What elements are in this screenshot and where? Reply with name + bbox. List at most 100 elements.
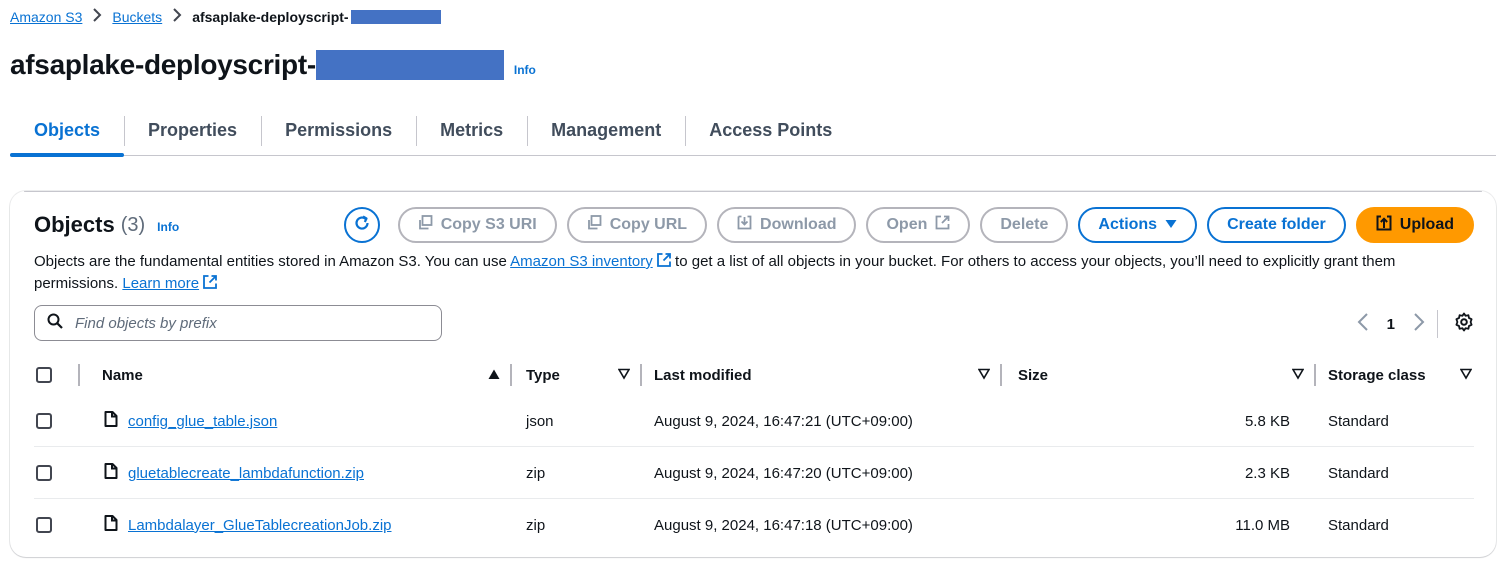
chevron-right-icon — [172, 8, 182, 26]
row-checkbox-cell — [36, 499, 52, 551]
table-row: config_glue_table.json json August 9, 20… — [34, 395, 1474, 447]
tab-metrics[interactable]: Metrics — [416, 114, 527, 146]
search-input[interactable] — [73, 313, 413, 333]
tab-permissions[interactable]: Permissions — [261, 114, 416, 146]
previous-page-button[interactable] — [1357, 312, 1369, 337]
size-cell: 11.0 MB — [1235, 516, 1290, 534]
file-icon — [104, 515, 118, 535]
column-last-modified-label: Last modified — [654, 366, 752, 384]
search-field[interactable] — [34, 305, 442, 341]
type-cell: json — [526, 412, 554, 430]
external-link-icon — [203, 275, 218, 292]
objects-title: Objects — [34, 212, 115, 237]
copy-icon — [418, 215, 433, 235]
sort-icon — [1459, 367, 1473, 384]
breadcrumb-buckets[interactable]: Buckets — [112, 9, 162, 25]
external-link-icon — [935, 215, 950, 235]
objects-toolbar: Copy S3 URI Copy URL Download Open Delet… — [343, 207, 1474, 243]
name-cell: Lambdalayer_GlueTablecreationJob.zip — [104, 499, 392, 551]
copy-s3-uri-button[interactable]: Copy S3 URI — [397, 207, 557, 243]
search-icon — [47, 313, 63, 334]
sort-icon — [1291, 367, 1305, 384]
storage-class-cell: Standard — [1328, 412, 1389, 430]
row-checkbox-cell — [36, 395, 52, 447]
column-divider — [510, 364, 512, 386]
last-modified-cell: August 9, 2024, 16:47:21 (UTC+09:00) — [654, 412, 913, 430]
refresh-icon — [353, 214, 371, 237]
row-checkbox-cell — [36, 447, 52, 499]
name-cell: gluetablecreate_lambdafunction.zip — [104, 447, 364, 499]
upload-button[interactable]: Upload — [1355, 207, 1474, 243]
tab-management[interactable]: Management — [527, 114, 685, 146]
divider — [1437, 310, 1438, 338]
open-button[interactable]: Open — [866, 207, 971, 243]
object-name-link[interactable]: config_glue_table.json — [128, 413, 277, 430]
sort-ascending-icon — [488, 367, 500, 384]
column-name-label: Name — [102, 366, 143, 384]
divider — [24, 191, 1482, 192]
size-cell: 5.8 KB — [1244, 412, 1290, 430]
object-name-link[interactable]: gluetablecreate_lambdafunction.zip — [128, 465, 364, 482]
caret-down-icon — [1165, 216, 1177, 234]
upload-label: Upload — [1399, 216, 1454, 233]
breadcrumb: Amazon S3 Buckets afsaplake-deployscript… — [10, 6, 441, 28]
next-page-button[interactable] — [1413, 312, 1425, 337]
actions-dropdown[interactable]: Actions — [1078, 207, 1198, 243]
open-label: Open — [886, 216, 928, 233]
type-cell: zip — [526, 516, 546, 534]
copy-url-label: Copy URL — [609, 216, 688, 233]
sort-icon — [977, 367, 991, 384]
gear-icon[interactable] — [1454, 312, 1474, 337]
delete-label: Delete — [1000, 216, 1049, 233]
objects-count: (3) — [120, 213, 146, 236]
last-modified-cell: August 9, 2024, 16:47:20 (UTC+09:00) — [654, 464, 913, 482]
create-folder-label: Create folder — [1227, 216, 1326, 233]
download-icon — [737, 215, 752, 235]
name-cell: config_glue_table.json — [104, 395, 277, 447]
row-checkbox[interactable] — [36, 517, 52, 533]
objects-panel: Objects (3) Info Copy S3 URI Copy URL Do… — [10, 191, 1496, 557]
copy-icon — [587, 215, 602, 235]
page-number[interactable]: 1 — [1387, 316, 1395, 333]
tab-bar: Objects Properties Permissions Metrics M… — [10, 104, 1496, 157]
download-button[interactable]: Download — [717, 207, 857, 243]
file-icon — [104, 463, 118, 483]
row-checkbox[interactable] — [36, 413, 52, 429]
last-modified-cell: August 9, 2024, 16:47:18 (UTC+09:00) — [654, 516, 913, 534]
actions-label: Actions — [1098, 216, 1158, 233]
column-size-label: Size — [1018, 366, 1049, 384]
inventory-link[interactable]: Amazon S3 inventory — [510, 253, 653, 270]
table-row: gluetablecreate_lambdafunction.zip zip A… — [34, 447, 1474, 499]
tab-objects[interactable]: Objects — [10, 114, 125, 157]
column-divider — [78, 364, 80, 386]
column-type[interactable]: Type — [514, 355, 642, 395]
column-storage-class-label: Storage class — [1328, 366, 1426, 384]
delete-button[interactable]: Delete — [980, 207, 1069, 243]
copy-url-button[interactable]: Copy URL — [566, 207, 708, 243]
row-checkbox[interactable] — [36, 465, 52, 481]
column-name[interactable]: Name — [102, 355, 512, 395]
breadcrumb-amazon-s3[interactable]: Amazon S3 — [10, 9, 82, 25]
refresh-button[interactable] — [343, 207, 380, 243]
select-all-checkbox[interactable] — [36, 367, 52, 383]
external-link-icon — [656, 253, 671, 270]
info-link[interactable]: Info — [514, 63, 536, 77]
objects-info-link[interactable]: Info — [157, 220, 179, 234]
redaction-box — [315, 50, 504, 80]
upload-icon — [1376, 215, 1392, 236]
download-label: Download — [760, 216, 837, 233]
select-all-header — [34, 355, 94, 395]
objects-description: Objects are the fundamental entities sto… — [34, 251, 1474, 295]
tab-properties[interactable]: Properties — [124, 114, 261, 146]
copy-s3-uri-label: Copy S3 URI — [440, 216, 537, 233]
learn-more-link[interactable]: Learn more — [122, 275, 199, 292]
column-storage-class[interactable]: Storage class — [1316, 355, 1474, 395]
size-cell: 2.3 KB — [1244, 464, 1290, 482]
table-header: Name Type Last modified Size Storage cla… — [34, 355, 1474, 395]
tab-access-points[interactable]: Access Points — [685, 114, 856, 146]
column-size[interactable]: Size — [1002, 355, 1316, 395]
create-folder-button[interactable]: Create folder — [1207, 207, 1346, 243]
column-last-modified[interactable]: Last modified — [642, 355, 1002, 395]
object-name-link[interactable]: Lambdalayer_GlueTablecreationJob.zip — [128, 517, 392, 534]
column-type-label: Type — [526, 366, 560, 384]
